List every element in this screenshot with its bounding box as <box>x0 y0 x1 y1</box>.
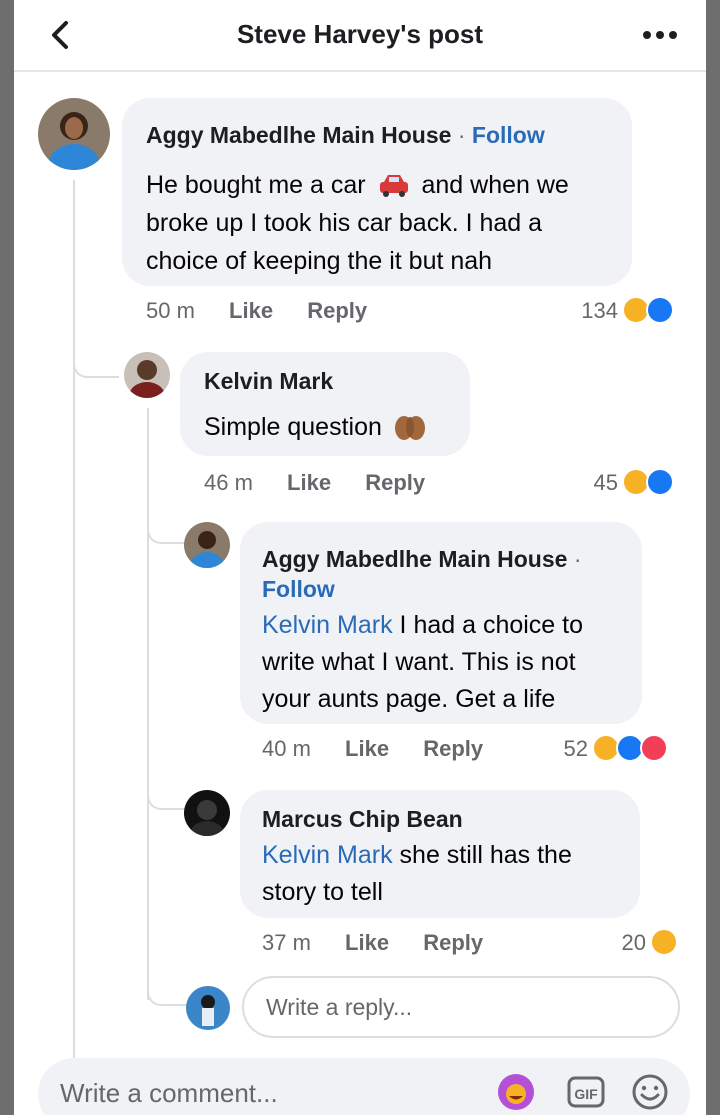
reply-placeholder: Write a reply... <box>266 994 413 1020</box>
comment-actions: 37 m Like Reply <box>262 930 483 956</box>
like-reaction-icon <box>646 468 674 496</box>
thread-elbow-3 <box>147 780 189 810</box>
avatar-sticker-icon[interactable] <box>496 1072 536 1112</box>
like-button[interactable]: Like <box>345 930 389 955</box>
comment-time: 37 m <box>262 930 311 955</box>
comment-text: Kelvin Mark I had a choice to <box>262 606 583 644</box>
comment-line: broke up I took his car back. I had a <box>146 209 543 237</box>
avatar[interactable] <box>38 98 110 170</box>
comment-author-line: Aggy Mabedlhe Main House · Follow <box>146 122 545 149</box>
comment-actions: 46 m Like Reply <box>204 470 425 496</box>
comment-text: Kelvin Mark she still has the <box>262 836 572 874</box>
comment-line: she still has the <box>399 841 572 869</box>
haha-reaction-icon <box>650 928 678 956</box>
author-name[interactable]: Aggy Mabedlhe Main House <box>262 546 567 572</box>
like-reaction-icon <box>646 296 674 324</box>
follow-link[interactable]: Follow <box>262 576 335 603</box>
reply-button[interactable]: Reply <box>423 930 483 955</box>
author-name[interactable]: Aggy Mabedlhe Main House <box>146 122 451 148</box>
comment-line: choice of keeping the it but nah <box>146 247 493 275</box>
comment-line: and when we <box>421 171 569 199</box>
thread-elbow-1 <box>73 360 119 378</box>
post-comments-screen: Steve Harvey's post Aggy Mabedlhe Main H… <box>14 0 706 1115</box>
comment-actions: 50 m Like Reply <box>146 298 367 324</box>
more-dots-icon[interactable] <box>642 30 678 40</box>
comment-author-line: Aggy Mabedlhe Main House · <box>262 546 582 573</box>
author-name[interactable]: Kelvin Mark <box>204 368 333 395</box>
avatar[interactable] <box>124 352 170 398</box>
thread-elbow-2 <box>147 520 189 544</box>
separator-dot: · <box>573 546 582 572</box>
avatar <box>186 986 230 1030</box>
comment-line: He bought me a car <box>146 171 366 199</box>
comment-line: your aunts page. Get a life <box>262 685 556 713</box>
mention-link[interactable]: Kelvin Mark <box>262 611 393 639</box>
author-name[interactable]: Marcus Chip Bean <box>262 806 463 833</box>
reaction-count[interactable]: 20 <box>590 930 646 956</box>
avatar[interactable] <box>184 522 230 568</box>
top-bar: Steve Harvey's post <box>14 0 706 72</box>
page-title: Steve Harvey's post <box>236 19 484 49</box>
comment-input[interactable]: Write a comment... GIF <box>38 1058 690 1115</box>
gif-icon[interactable]: GIF <box>566 1072 606 1112</box>
praying-hands-emoji-icon <box>394 416 425 440</box>
comment-time: 46 m <box>204 470 253 495</box>
smiley-icon[interactable] <box>630 1072 670 1112</box>
follow-link[interactable]: Follow <box>472 122 545 148</box>
mention-link[interactable]: Kelvin Mark <box>262 841 393 869</box>
comment-time: 40 m <box>262 736 311 761</box>
car-emoji-icon <box>379 175 408 197</box>
separator-dot: · <box>457 122 466 148</box>
like-button[interactable]: Like <box>345 736 389 761</box>
thread-line-sub <box>147 408 149 1000</box>
avatar[interactable] <box>184 790 230 836</box>
comment-placeholder: Write a comment... <box>60 1078 278 1108</box>
comment-text: Simple question <box>204 408 427 446</box>
comment-actions: 40 m Like Reply <box>262 736 483 762</box>
like-button[interactable]: Like <box>287 470 331 495</box>
comment-time: 50 m <box>146 298 195 323</box>
thread-line-main <box>73 180 75 1060</box>
reply-button[interactable]: Reply <box>365 470 425 495</box>
reply-button[interactable]: Reply <box>307 298 367 323</box>
reaction-count[interactable]: 45 <box>554 470 618 496</box>
comment-line: write what I want. This is not <box>262 648 576 676</box>
svg-text:GIF: GIF <box>574 1086 598 1102</box>
comment-line: I had a choice to <box>399 611 584 639</box>
love-reaction-icon <box>640 734 668 762</box>
reply-input[interactable]: Write a reply... <box>242 976 680 1038</box>
like-button[interactable]: Like <box>229 298 273 323</box>
thread-elbow-4 <box>147 980 189 1006</box>
comment-line: Simple question <box>204 413 382 441</box>
comment-line: story to tell <box>262 878 383 906</box>
reaction-count[interactable]: 134 <box>554 298 618 324</box>
reaction-count[interactable]: 52 <box>534 736 588 762</box>
reply-button[interactable]: Reply <box>423 736 483 761</box>
comment-text: He bought me a car and when we <box>146 166 569 204</box>
